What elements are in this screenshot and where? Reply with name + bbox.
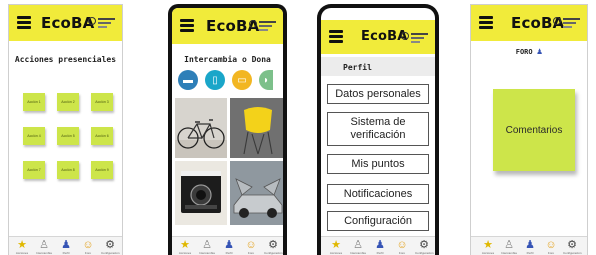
nav-item-configuracion[interactable]: ⚙ Configuración <box>415 239 434 255</box>
action-note[interactable]: Acción 4 <box>23 127 45 145</box>
star-icon: ★ <box>483 239 493 251</box>
brand-title: EcoBA <box>41 14 95 32</box>
car-icon[interactable]: ▬ <box>178 70 198 90</box>
nav-item-configuracion[interactable]: ⚙ Configuración <box>264 239 283 255</box>
clothing-icon[interactable]: ◗ <box>259 70 273 90</box>
nav-item-perfil[interactable]: ♟ Perfil <box>57 239 75 255</box>
datos-personales-button[interactable]: Datos personales <box>327 84 429 104</box>
gov-logo-icon <box>249 20 277 31</box>
user-icon: ♟ <box>224 239 234 251</box>
person-outline-icon: ♙ <box>504 239 514 251</box>
nav-item-foro[interactable]: ☺ Foro <box>79 239 97 255</box>
nav-item-intercambia[interactable]: ♙ Intercambia <box>349 239 367 255</box>
delorean-car-photo[interactable] <box>230 161 283 225</box>
star-icon: ★ <box>180 239 190 251</box>
user-icon: ♟ <box>536 47 543 57</box>
page-title: FORO ♟ <box>515 47 543 57</box>
polaroid-camera-photo[interactable] <box>175 161 227 225</box>
mis-puntos-button[interactable]: Mis puntos <box>327 154 429 174</box>
user-icon: ♟ <box>375 239 385 251</box>
gear-icon: ⚙ <box>268 239 278 251</box>
action-note[interactable]: Acción 1 <box>23 93 45 111</box>
nav-item-acciones[interactable]: ★ Acciones <box>327 239 345 255</box>
action-note[interactable]: Acción 7 <box>23 161 45 179</box>
configuracion-button[interactable]: Configuración <box>327 211 429 231</box>
smile-icon: ☺ <box>245 239 257 251</box>
nav-item-acciones[interactable]: ★ Acciones <box>13 239 31 255</box>
page-title: Intercambia o Dona <box>184 55 271 64</box>
bottom-nav: ★ Acciones ♙ Intercambia ♟ Perfil ☺ Foro ⚙ Co… <box>172 236 283 255</box>
nav-item-foro[interactable]: ☺ Foro <box>542 239 560 255</box>
nav-item-acciones[interactable]: ★ Acciones <box>176 239 194 255</box>
smile-icon: ☺ <box>82 239 94 251</box>
menu-icon[interactable] <box>17 16 31 29</box>
app-bar: EcoBA <box>172 8 283 44</box>
gear-icon: ⚙ <box>105 239 115 251</box>
page-title: Acciones presenciales <box>14 55 117 64</box>
menu-icon[interactable] <box>329 30 343 43</box>
person-outline-icon: ♙ <box>39 239 49 251</box>
smile-icon: ☺ <box>396 239 408 251</box>
nav-item-perfil[interactable]: ♟ Perfil <box>220 239 238 255</box>
action-note[interactable]: Acción 2 <box>57 93 79 111</box>
nav-item-foro[interactable]: ☺ Foro <box>393 239 411 255</box>
phone-icon[interactable]: ▯ <box>205 70 225 90</box>
screen-foro: EcoBA FORO ♟ Comentarios ★ Acciones ♙ Inte… <box>470 4 588 255</box>
bottom-nav: ★ Acciones ♙ Intercambia ♟ Perfil ☺ Foro ⚙ Co… <box>321 236 435 255</box>
gov-logo-icon <box>553 17 581 28</box>
gear-icon: ⚙ <box>419 239 429 251</box>
nav-item-perfil[interactable]: ♟ Perfil <box>521 239 539 255</box>
app-bar: EcoBA <box>9 5 122 41</box>
verificacion-button[interactable]: Sistema de verificación <box>327 112 429 146</box>
gov-logo-icon <box>88 17 116 28</box>
sofa-icon[interactable]: ▭ <box>232 70 252 90</box>
action-note[interactable]: Acción 9 <box>91 161 113 179</box>
screen-perfil: EcoBA Perfil Datos personales Sistema de… <box>317 4 439 255</box>
gear-icon: ⚙ <box>567 239 577 251</box>
section-header <box>321 57 435 76</box>
nav-item-configuracion[interactable]: ⚙ Configuración <box>101 239 120 255</box>
comments-note[interactable]: Comentarios <box>493 89 575 171</box>
bottom-nav: ★ Acciones ♙ Intercambia ♟ Perfil ☺ Foro ⚙ Co… <box>471 236 587 255</box>
nav-item-perfil[interactable]: ♟ Perfil <box>371 239 389 255</box>
nav-item-acciones[interactable]: ★ Acciones <box>479 239 497 255</box>
screen-acciones: EcoBA Acciones presenciales Acción 1 Acc… <box>8 4 123 255</box>
nav-item-intercambia[interactable]: ♙ Intercambia <box>198 239 216 255</box>
menu-icon[interactable] <box>479 16 493 29</box>
star-icon: ★ <box>17 239 27 251</box>
action-note[interactable]: Acción 8 <box>57 161 79 179</box>
star-icon: ★ <box>331 239 341 251</box>
app-bar: EcoBA <box>471 5 587 41</box>
yellow-chair-photo[interactable] <box>230 98 283 158</box>
nav-item-foro[interactable]: ☺ Foro <box>242 239 260 255</box>
user-icon: ♟ <box>61 239 71 251</box>
nav-item-configuracion[interactable]: ⚙ Configuración <box>563 239 582 255</box>
screen-intercambia: EcoBA Intercambia o Dona ▬ ▯ ▭ ◗ ★ Accio… <box>168 4 287 255</box>
action-note[interactable]: Acción 6 <box>91 127 113 145</box>
person-outline-icon: ♙ <box>353 239 363 251</box>
user-icon: ♟ <box>525 239 535 251</box>
menu-icon[interactable] <box>180 19 194 32</box>
action-note[interactable]: Acción 5 <box>57 127 79 145</box>
nav-item-intercambia[interactable]: ♙ Intercambia <box>500 239 518 255</box>
gov-logo-icon <box>401 32 429 43</box>
smile-icon: ☺ <box>545 239 557 251</box>
person-outline-icon: ♙ <box>202 239 212 251</box>
page-title: Perfil <box>343 63 372 72</box>
nav-item-intercambia[interactable]: ♙ Intercambia <box>35 239 53 255</box>
app-bar: EcoBA <box>321 20 435 54</box>
bicycle-photo[interactable] <box>175 98 227 158</box>
notificaciones-button[interactable]: Notificaciones <box>327 184 429 204</box>
bottom-nav: ★ Acciones ♙ Intercambia ♟ Perfil ☺ Foro ⚙ Co… <box>9 236 122 255</box>
category-row: ▬ ▯ ▭ ◗ <box>176 70 279 92</box>
action-note[interactable]: Acción 3 <box>91 93 113 111</box>
